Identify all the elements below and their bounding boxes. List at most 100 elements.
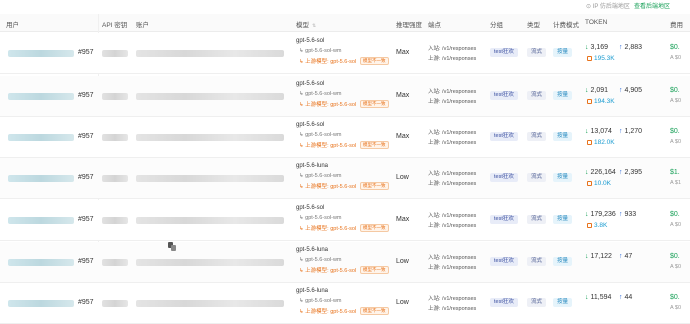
header-reasoning[interactable]: 推理强度 [396, 19, 422, 29]
endpoint-inbound: 入站: /v1/responses [428, 296, 477, 302]
cost-actual: A $0 [670, 55, 682, 61]
type-badge: 流式 [527, 173, 547, 182]
model-upstream-label: 上游模型: gpt-5.6-sol [305, 143, 357, 149]
group-badge: test狂欢 [490, 91, 518, 100]
account-redacted [136, 50, 284, 57]
arrow-down-icon: ↓ [585, 253, 589, 260]
model-upstream: ↳ 上游模型: gpt-5.6-sol [299, 59, 357, 65]
token-input: ↓ 13,074 [585, 128, 612, 135]
token-input: ↓ 2,091 [585, 87, 608, 94]
api-key-redacted [102, 175, 128, 182]
table-row[interactable]: #957 gpt-5.6-luna ↳ gpt-5.6-sol-wm ↳ 上游模型: … [0, 283, 690, 324]
model-mismatch-badge: 模型不一致 [360, 57, 389, 65]
token-cache-value: 3.8K [594, 222, 608, 229]
header-account[interactable]: 账户 [136, 19, 149, 29]
model-mismatch-badge: 模型不一致 [360, 100, 389, 108]
user-id: #957 [78, 258, 94, 265]
token-input-value: 13,074 [590, 128, 612, 135]
endpoint-inbound: 入站: /v1/responses [428, 46, 477, 52]
group-badge: test狂欢 [490, 132, 518, 141]
cost-value: $0. [670, 87, 680, 94]
type-badge: 流式 [527, 132, 547, 141]
account-redacted [136, 175, 284, 182]
table-row[interactable]: #957 gpt-5.6-sol ↳ gpt-5.6-sol-wm ↳ 上游模型: g… [0, 117, 690, 158]
table-row[interactable]: #957 gpt-5.6-luna ↳ gpt-5.6-sol-wm ↳ 上游模型: … [0, 158, 690, 199]
type-badge: 流式 [527, 215, 547, 224]
cost-value: $0. [670, 211, 680, 218]
cache-icon [587, 55, 592, 61]
user-name-redacted [8, 93, 74, 100]
user-name-redacted [8, 259, 74, 266]
token-input-value: 179,236 [590, 211, 616, 218]
cost-actual: A $1 [670, 180, 682, 186]
reasoning-level: Max [396, 92, 410, 99]
model-mismatch-badge: 模型不一致 [360, 266, 389, 274]
table-row[interactable]: #957 gpt-5.6-sol ↳ gpt-5.6-sol-wm ↳ 上游模型: g… [0, 33, 690, 74]
table-row[interactable]: #957 gpt-5.6-sol ↳ gpt-5.6-sol-wm ↳ 上游模型: g… [0, 200, 690, 241]
model-name: gpt-5.6-sol [296, 81, 325, 87]
group-badge: test狂欢 [490, 48, 518, 57]
api-key-redacted [102, 259, 128, 266]
model-mapped: ↳ gpt-5.6-sol-wm [299, 132, 342, 138]
arrow-down-icon: ↓ [585, 128, 589, 135]
endpoint-inbound: 入站: /v1/responses [428, 89, 477, 95]
model-upstream: ↳ 上游模型: gpt-5.6-sol [299, 102, 357, 108]
user-id: #957 [78, 174, 94, 181]
header-model-label: 模型 [296, 22, 309, 29]
type-badge: 流式 [527, 257, 547, 266]
billing-badge: 按量 [553, 298, 573, 307]
model-mapped-label: gpt-5.6-sol-wm [305, 173, 342, 179]
group-badge: test狂欢 [490, 215, 518, 224]
arrow-up-icon: ↑ [619, 169, 623, 176]
endpoint-inbound: 入站: /v1/responses [428, 213, 477, 219]
token-cache: 182.0K [587, 139, 615, 146]
sort-icon[interactable]: ⇅ [312, 23, 316, 29]
cost-actual: A $0 [670, 305, 682, 311]
model-name: gpt-5.6-sol [296, 38, 325, 44]
token-input: ↓ 11,594 [585, 294, 611, 301]
endpoint-upstream: 上游: /v1/responses [428, 140, 477, 146]
api-key-redacted [102, 134, 128, 141]
arrow-down-icon: ↓ [585, 44, 589, 51]
model-upstream: ↳ 上游模型: gpt-5.6-sol [299, 184, 357, 190]
token-output: ↑ 1,270 [619, 128, 642, 135]
account-redacted [136, 217, 284, 224]
reasoning-level: Max [396, 133, 410, 140]
model-upstream-label: 上游模型: gpt-5.6-sol [305, 268, 357, 274]
model-mapped-label: gpt-5.6-sol-wm [305, 48, 342, 54]
header-group[interactable]: 分组 [490, 19, 503, 29]
model-upstream-label: 上游模型: gpt-5.6-sol [305, 226, 357, 232]
header-api-key[interactable]: API 密钥 [102, 19, 127, 29]
model-mapped-label: gpt-5.6-sol-wm [305, 257, 342, 263]
model-mapped: ↳ gpt-5.6-sol-wm [299, 48, 342, 54]
header-type[interactable]: 类型 [527, 19, 540, 29]
table-header: 用户 API 密钥 账户 模型 ⇅ 推理强度 端点 分组 类型 计费模式 TOKE… [0, 14, 690, 32]
model-mapped-label: gpt-5.6-sol-wm [305, 298, 342, 304]
copy-icon[interactable] [168, 242, 177, 252]
billing-badge: 按量 [553, 91, 573, 100]
ip-region-text: ⊙ IP 仿后端地区 [586, 4, 630, 10]
token-output-value: 47 [624, 253, 633, 260]
header-endpoint[interactable]: 端点 [428, 19, 441, 29]
group-badge: test狂欢 [490, 257, 518, 266]
cost-actual: A $0 [670, 264, 682, 270]
model-upstream-label: 上游模型: gpt-5.6-sol [305, 102, 357, 108]
token-input: ↓ 17,122 [585, 253, 612, 260]
token-cache: 3.8K [587, 222, 607, 229]
table-row[interactable]: #957 gpt-5.6-luna ↳ gpt-5.6-sol-wm ↳ 上游模型: … [0, 242, 690, 283]
header-model[interactable]: 模型 ⇅ [296, 19, 316, 29]
view-region-link[interactable]: 查看后端地区 [634, 1, 670, 10]
model-name: gpt-5.6-sol [296, 122, 325, 128]
header-token[interactable]: TOKEN [585, 19, 607, 26]
model-upstream: ↳ 上游模型: gpt-5.6-sol [299, 143, 357, 149]
token-cache-value: 10.0K [594, 180, 611, 187]
header-cost[interactable]: 费用 [670, 19, 683, 29]
token-output: ↑ 933 [619, 211, 636, 218]
header-user[interactable]: 用户 [6, 19, 19, 29]
user-id: #957 [78, 133, 94, 140]
table-row[interactable]: #957 gpt-5.6-sol ↳ gpt-5.6-sol-wm ↳ 上游模型: g… [0, 76, 690, 117]
header-billing[interactable]: 计费模式 [553, 19, 579, 29]
arrow-up-icon: ↑ [619, 87, 623, 94]
reasoning-level: Low [396, 299, 409, 306]
account-redacted [136, 300, 284, 307]
